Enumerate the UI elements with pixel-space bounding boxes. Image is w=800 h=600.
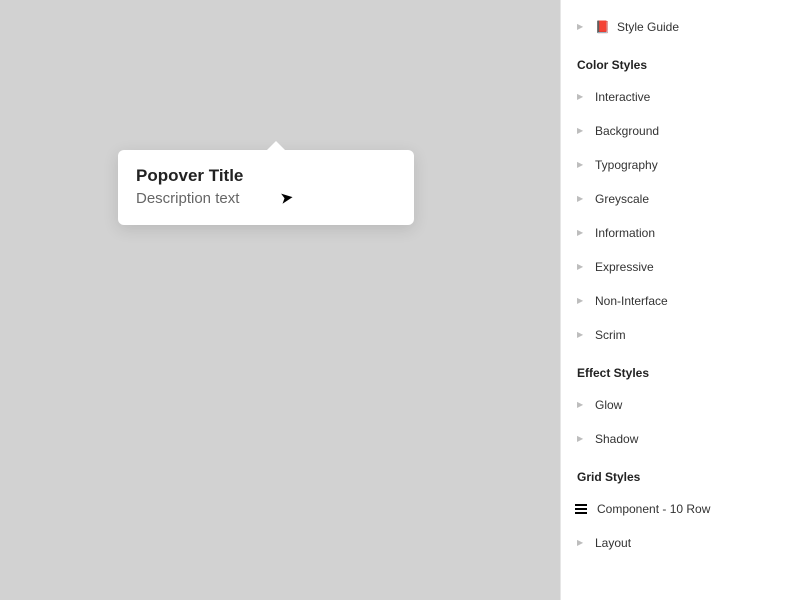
chevron-right-icon: ▶ (577, 539, 585, 547)
chevron-right-icon: ▶ (577, 93, 585, 101)
sidebar-item-label: Layout (595, 536, 631, 550)
popover-card[interactable]: Popover Title Description text (118, 150, 414, 225)
chevron-right-icon: ▶ (577, 161, 585, 169)
chevron-right-icon: ▶ (577, 229, 585, 237)
sidebar-item-label: Non-Interface (595, 294, 668, 308)
sidebar-item-label: Expressive (595, 260, 654, 274)
chevron-right-icon: ▶ (577, 263, 585, 271)
chevron-right-icon: ▶ (577, 297, 585, 305)
section-header-effect-styles: Effect Styles (561, 352, 800, 388)
sidebar-item-glow[interactable]: ▶ Glow (561, 388, 800, 422)
popover-description: Description text (136, 190, 396, 207)
sidebar-item-greyscale[interactable]: ▶ Greyscale (561, 182, 800, 216)
sidebar-item-typography[interactable]: ▶ Typography (561, 148, 800, 182)
grid-rows-icon (575, 504, 587, 514)
sidebar-item-label: Glow (595, 398, 622, 412)
chevron-right-icon: ▶ (577, 435, 585, 443)
inspector-sidebar: ▶ 📕 Style Guide Color Styles ▶ Interacti… (560, 0, 800, 600)
sidebar-item-information[interactable]: ▶ Information (561, 216, 800, 250)
design-canvas[interactable]: Popover Title Description text ➤ (0, 0, 560, 600)
sidebar-item-label: Style Guide (617, 20, 679, 34)
section-header-color-styles: Color Styles (561, 44, 800, 80)
sidebar-item-layout[interactable]: ▶ Layout (561, 526, 800, 560)
sidebar-item-scrim[interactable]: ▶ Scrim (561, 318, 800, 352)
chevron-right-icon: ▶ (577, 195, 585, 203)
sidebar-item-style-guide[interactable]: ▶ 📕 Style Guide (561, 10, 800, 44)
sidebar-item-label: Typography (595, 158, 658, 172)
sidebar-item-label: Shadow (595, 432, 638, 446)
cursor-icon: ➤ (279, 187, 295, 209)
book-icon: 📕 (595, 21, 607, 33)
chevron-right-icon: ▶ (577, 401, 585, 409)
sidebar-item-label: Interactive (595, 90, 650, 104)
sidebar-item-label: Greyscale (595, 192, 649, 206)
sidebar-item-expressive[interactable]: ▶ Expressive (561, 250, 800, 284)
sidebar-item-shadow[interactable]: ▶ Shadow (561, 422, 800, 456)
sidebar-item-interactive[interactable]: ▶ Interactive (561, 80, 800, 114)
sidebar-item-background[interactable]: ▶ Background (561, 114, 800, 148)
popover-title: Popover Title (136, 166, 396, 186)
chevron-right-icon: ▶ (577, 23, 585, 31)
sidebar-item-label: Information (595, 226, 655, 240)
sidebar-item-label: Scrim (595, 328, 626, 342)
chevron-right-icon: ▶ (577, 331, 585, 339)
sidebar-item-component-10-row[interactable]: Component - 10 Row (561, 492, 800, 526)
sidebar-item-label: Component - 10 Row (597, 502, 710, 516)
sidebar-item-label: Background (595, 124, 659, 138)
chevron-right-icon: ▶ (577, 127, 585, 135)
section-header-grid-styles: Grid Styles (561, 456, 800, 492)
sidebar-item-non-interface[interactable]: ▶ Non-Interface (561, 284, 800, 318)
